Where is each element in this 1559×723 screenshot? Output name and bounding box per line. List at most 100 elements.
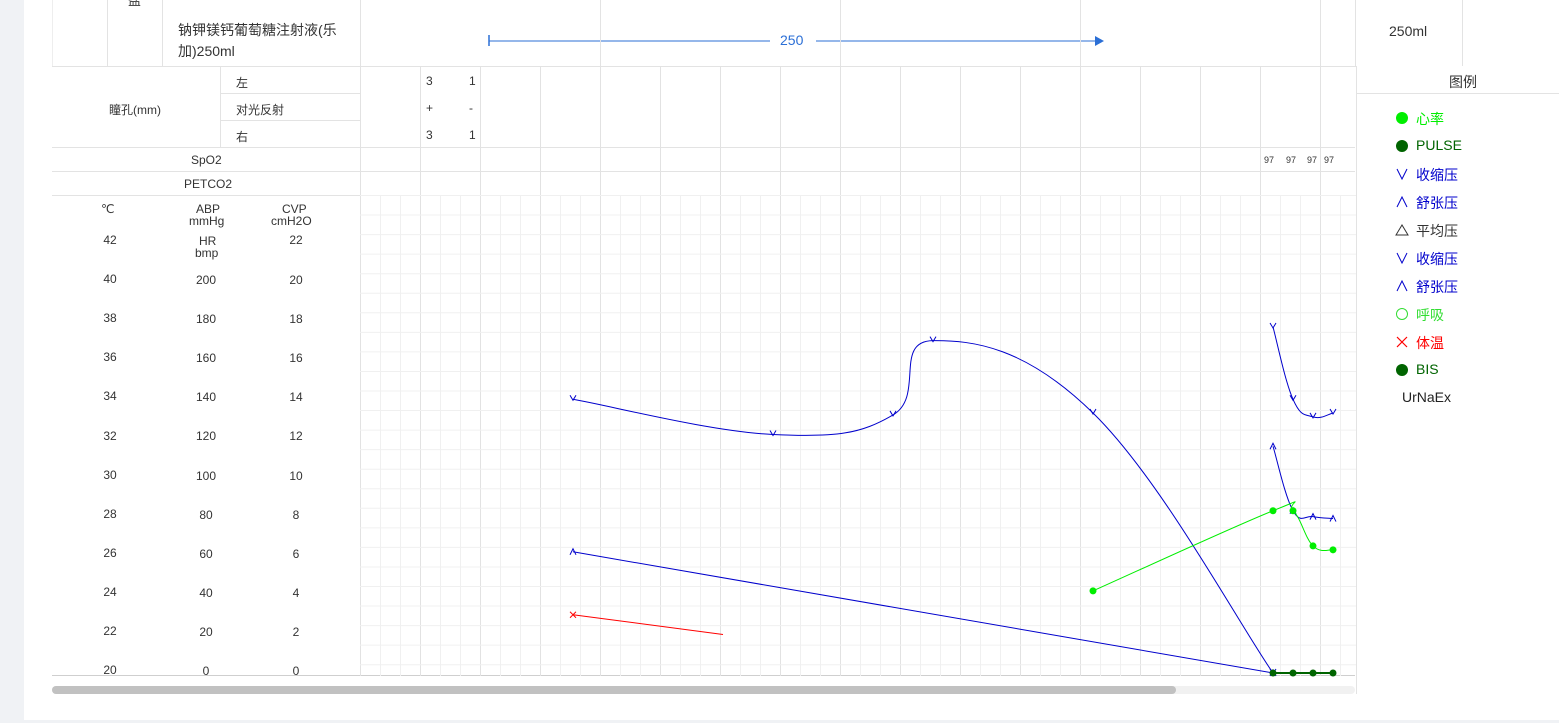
cvp-tick: 20 (289, 273, 303, 287)
cvp-tick: 18 (289, 312, 303, 327)
legend-label: UrNaEx (1402, 389, 1452, 405)
abp-tick: 120 (195, 429, 217, 444)
legend-item: 心率 (1357, 108, 1557, 128)
temp-tick: 22 (103, 624, 117, 638)
filled-circle-icon (1396, 364, 1408, 376)
legend-label: 收缩压 (1416, 251, 1458, 267)
data-point-circle (1269, 669, 1277, 677)
legend-title: 图例 (1449, 74, 1477, 90)
temp-tick: 30 (103, 467, 117, 482)
pupil-right-label: 右 (236, 130, 249, 144)
data-point-systolic (1289, 395, 1297, 402)
caret-icon (1396, 279, 1408, 292)
pupil-left-label: 左 (236, 76, 249, 90)
series-line (572, 551, 1274, 674)
data-point-circle (1289, 507, 1297, 515)
abp-tick: 100 (195, 468, 217, 483)
legend-label: PULSE (1416, 137, 1462, 153)
data-point-circle (1309, 542, 1317, 550)
legend-label: 舒张压 (1416, 279, 1458, 295)
drug-name: 钠钾镁钙葡萄糖注射液(乐加)250ml (178, 22, 337, 59)
legend-item: 体温 (1357, 332, 1557, 352)
abp-tick: 40 (199, 585, 213, 600)
scrollbar-thumb[interactable] (52, 686, 1177, 694)
filled-circle-icon (1396, 140, 1408, 152)
temp-tick: 40 (103, 272, 117, 287)
petco2-label: PETCO2 (184, 177, 233, 191)
abp-tick: 0 (202, 664, 210, 678)
series-line (1272, 446, 1334, 520)
hr-unit: bmp (195, 246, 219, 260)
data-point-circle (1289, 669, 1297, 677)
legend-label: 心率 (1416, 111, 1444, 127)
vitals-chart (360, 66, 1356, 677)
abp-tick: 180 (195, 312, 217, 327)
temp-tick: 42 (103, 233, 117, 247)
series-line (1272, 326, 1334, 419)
abp-tick: 200 (195, 273, 217, 287)
temp-unit: ℃ (101, 202, 115, 216)
temp-tick: 24 (103, 584, 117, 599)
circle-icon (1396, 308, 1408, 320)
abp-tick: 20 (199, 624, 213, 639)
abp-tick: 140 (195, 390, 217, 405)
filled-circle-icon (1396, 112, 1408, 124)
temp-tick: 36 (103, 350, 117, 365)
legend-label: 舒张压 (1416, 195, 1458, 211)
pupil-reflex-label: 对光反射 (236, 103, 285, 117)
horizontal-scrollbar[interactable] (52, 686, 1355, 694)
legend-item: 舒张压 (1357, 276, 1557, 296)
legend-label: 体温 (1416, 335, 1444, 351)
cvp-tick: 14 (289, 390, 303, 405)
chart-grid (360, 66, 1356, 676)
cvp-tick: 0 (292, 664, 300, 678)
x-icon (1396, 336, 1408, 348)
series-line (572, 340, 1274, 674)
data-point-circle (1329, 669, 1337, 677)
temp-tick: 34 (103, 389, 117, 404)
fluid-total: 250ml (1389, 23, 1428, 39)
data-point-circle (1329, 546, 1337, 554)
abp-unit: mmHg (189, 214, 225, 228)
data-point-circle (1309, 669, 1317, 677)
legend-item: 收缩压 (1357, 164, 1557, 184)
temp-tick: 32 (103, 428, 117, 443)
legend-item: 收缩压 (1357, 248, 1557, 268)
fluid-row: 盐 钠钾镁钙葡萄糖注射液(乐加)250ml 250 250ml (52, 0, 1559, 66)
legend-item: 呼吸 (1357, 304, 1557, 324)
cvp-unit: cmH2O (271, 214, 312, 228)
legend-panel: 图例 心率 PULSE 收缩压 舒张压 平均压 收缩压 舒张压 呼吸 体温 BIS UrNaEx (1356, 66, 1559, 694)
legend-label: 平均压 (1416, 223, 1458, 239)
triangle-icon (1395, 224, 1409, 236)
legend-label: 收缩压 (1416, 167, 1458, 183)
v-icon (1396, 168, 1408, 181)
cvp-tick: 16 (289, 351, 303, 366)
legend-label: 呼吸 (1416, 307, 1444, 323)
temp-tick: 38 (103, 311, 117, 326)
temp-tick: 26 (103, 545, 117, 560)
legend-item: 平均压 (1357, 220, 1557, 240)
legend-item: BIS (1357, 360, 1557, 380)
cvp-tick: 2 (292, 624, 300, 639)
abp-tick: 80 (199, 507, 213, 522)
legend-item: 舒张压 (1357, 192, 1557, 212)
v-icon (1396, 252, 1408, 265)
pupil-title: 瞳孔(mm) (109, 103, 161, 117)
temp-tick: 20 (103, 663, 117, 678)
cvp-tick: 8 (292, 507, 300, 522)
caret-icon (1396, 195, 1408, 208)
data-point-circle (1269, 507, 1277, 515)
legend-item: UrNaEx (1357, 388, 1557, 408)
spo2-label: SpO2 (191, 153, 222, 167)
abp-tick: 160 (195, 351, 217, 366)
cvp-tick: 22 (289, 233, 303, 247)
cvp-tick: 6 (292, 546, 300, 561)
legend-item: PULSE (1357, 136, 1557, 156)
fluid-group-label: 盐 (128, 0, 142, 8)
legend-label: BIS (1416, 361, 1439, 377)
cvp-tick: 12 (289, 429, 303, 444)
data-point-circle (1089, 587, 1097, 595)
cvp-tick: 4 (292, 585, 300, 600)
data-point-systolic (1269, 322, 1277, 329)
infusion-value: 250 (780, 32, 804, 48)
